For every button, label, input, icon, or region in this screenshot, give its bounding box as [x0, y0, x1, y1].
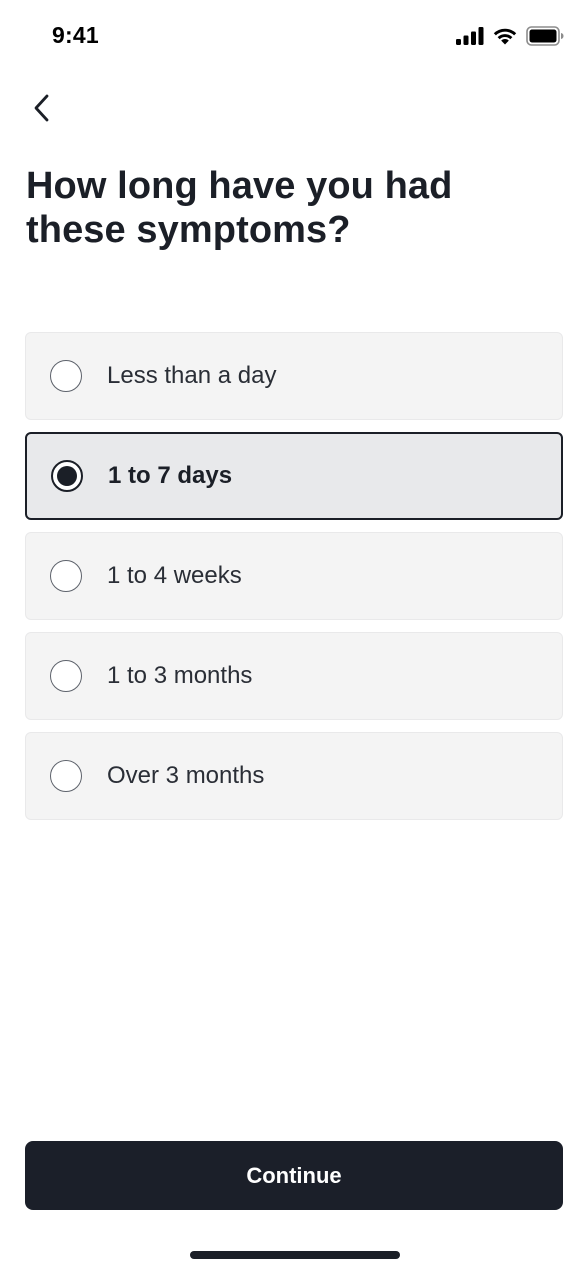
- option-less-than-a-day[interactable]: Less than a day: [25, 332, 563, 420]
- option-1-to-7-days[interactable]: 1 to 7 days: [25, 432, 563, 520]
- home-indicator: [190, 1251, 400, 1259]
- option-label: 1 to 3 months: [107, 662, 253, 689]
- option-over-3-months[interactable]: Over 3 months: [25, 732, 563, 820]
- status-bar: 9:41: [0, 0, 588, 70]
- wifi-icon: [492, 27, 518, 46]
- continue-button[interactable]: Continue: [25, 1141, 563, 1210]
- option-label: 1 to 4 weeks: [107, 562, 242, 589]
- option-1-to-3-months[interactable]: 1 to 3 months: [25, 632, 563, 720]
- radio-button[interactable]: [51, 460, 83, 492]
- status-time: 9:41: [52, 22, 99, 48]
- chevron-left-icon: [32, 93, 52, 128]
- cellular-signal-icon: [456, 27, 484, 45]
- option-label: 1 to 7 days: [108, 462, 233, 489]
- option-label: Less than a day: [107, 362, 277, 389]
- page-title: How long have you had these symptoms?: [26, 165, 453, 251]
- option-label: Over 3 months: [107, 762, 265, 789]
- back-button[interactable]: [22, 90, 62, 130]
- battery-icon: [526, 26, 564, 46]
- duration-options: Less than a day 1 to 7 days 1 to 4 weeks…: [25, 332, 563, 832]
- status-icons: [456, 24, 564, 48]
- radio-button[interactable]: [50, 360, 82, 392]
- radio-button[interactable]: [50, 660, 82, 692]
- radio-button[interactable]: [50, 560, 82, 592]
- radio-button[interactable]: [50, 760, 82, 792]
- option-1-to-4-weeks[interactable]: 1 to 4 weeks: [25, 532, 563, 620]
